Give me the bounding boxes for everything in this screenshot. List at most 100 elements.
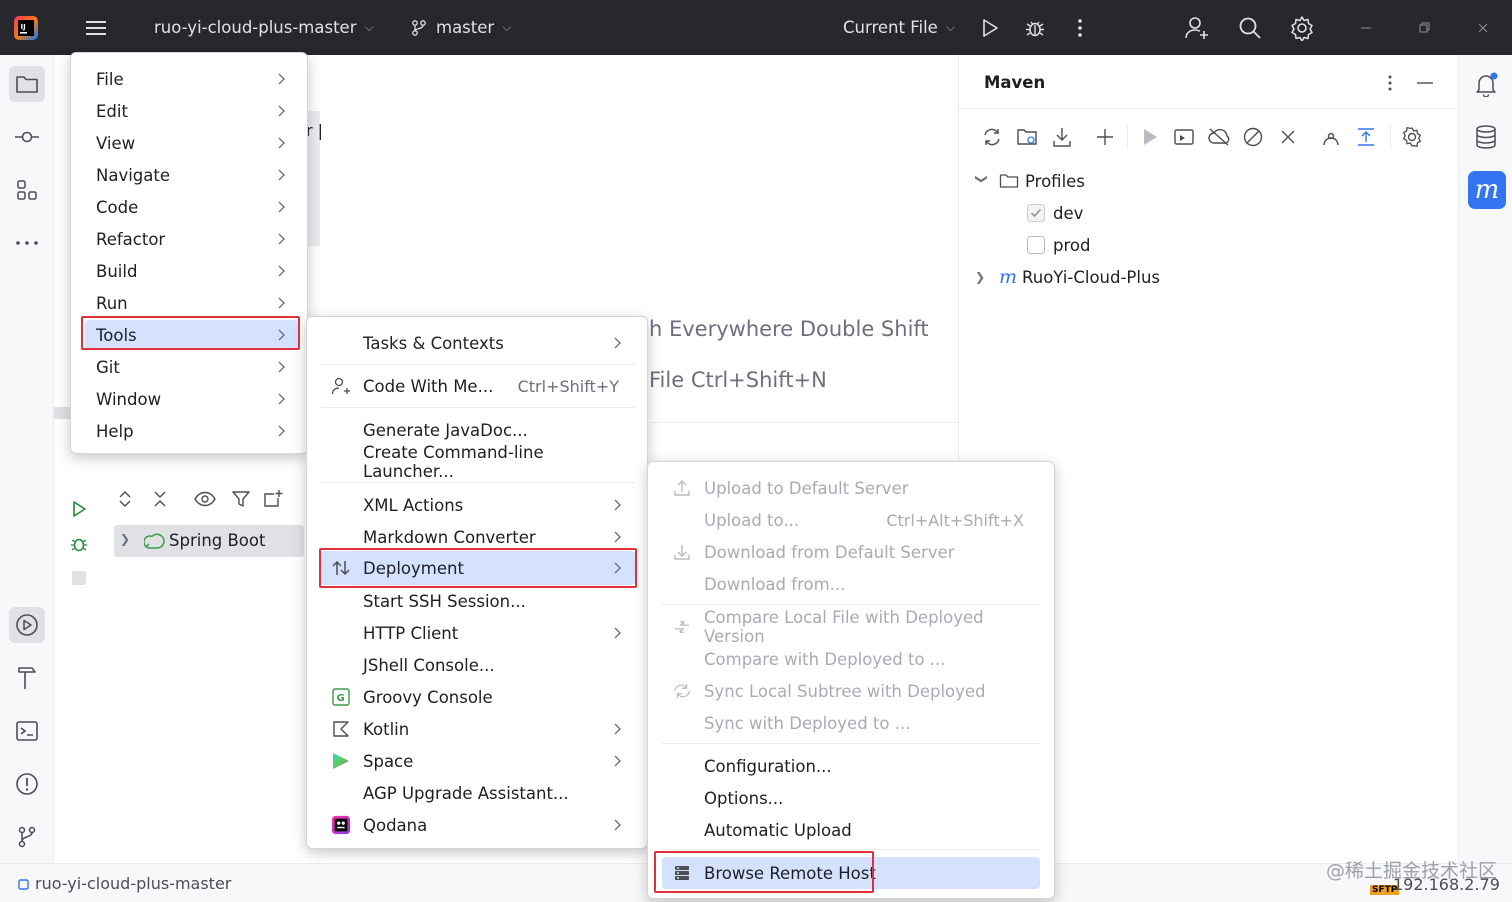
maven-tool-icon[interactable]: m <box>1468 171 1506 209</box>
more-actions-icon[interactable] <box>1066 14 1094 42</box>
problems-icon[interactable] <box>9 766 45 802</box>
collapse-tree-icon[interactable] <box>1354 125 1378 149</box>
tools-menu-item-deployment[interactable]: Deployment <box>321 551 635 585</box>
minimize-window-icon[interactable] <box>1352 14 1380 42</box>
tools-menu-item-xml-actions[interactable]: XML Actions <box>321 490 635 520</box>
tools-menu-item-markdown-converter[interactable]: Markdown Converter <box>321 522 635 552</box>
profile-dev[interactable]: dev <box>1027 201 1083 225</box>
database-icon[interactable] <box>1468 119 1504 155</box>
tools-menu-item-tasks-contexts[interactable]: Tasks & Contexts <box>321 328 635 358</box>
tools-menu-item-space[interactable]: Space <box>321 746 635 776</box>
tools-menu-item-code-with-me[interactable]: Code With Me... Ctrl+Shift+Y <box>321 371 635 401</box>
checkbox-unchecked-icon[interactable] <box>1027 236 1045 254</box>
skip-tests-icon[interactable] <box>1241 125 1265 149</box>
hide-panel-icon[interactable] <box>1413 71 1437 95</box>
main-menu-item-view[interactable]: View <box>85 128 299 158</box>
filter-icon[interactable] <box>230 488 252 510</box>
deployment-menu-item-download-from-default-server[interactable]: Download from Default Server <box>662 537 1040 567</box>
close-window-icon[interactable] <box>1469 14 1497 42</box>
restore-window-icon[interactable] <box>1410 14 1438 42</box>
branch-selector[interactable]: master ⌵ <box>410 0 511 55</box>
tools-menu-item-qodana[interactable]: Qodana <box>321 810 635 840</box>
chevron-down-icon[interactable]: ❯ <box>975 174 989 188</box>
branch-name: master <box>436 18 495 37</box>
expand-all-icon[interactable] <box>114 488 136 510</box>
chevron-right-icon[interactable]: ❯ <box>975 270 989 284</box>
deployment-menu-item-options[interactable]: Options... <box>662 783 1040 813</box>
run-icon[interactable] <box>976 14 1004 42</box>
deployment-menu-item-configuration[interactable]: Configuration... <box>662 751 1040 781</box>
main-menu-item-window[interactable]: Window <box>85 384 299 414</box>
terminal-icon[interactable] <box>9 713 45 749</box>
project-folder-icon[interactable] <box>9 66 45 102</box>
run-maven-build-icon[interactable] <box>1138 125 1162 149</box>
main-menu-item-edit[interactable]: Edit <box>85 96 299 126</box>
deployment-menu-item-sync-local-subtree-with-deployed[interactable]: Sync Local Subtree with Deployed <box>662 676 1040 706</box>
main-menu-item-file[interactable]: File <box>85 64 299 94</box>
execute-goal-icon[interactable] <box>1172 125 1196 149</box>
intellij-logo-icon[interactable]: IJ <box>12 14 40 42</box>
tools-menu-item-http-client[interactable]: HTTP Client <box>321 618 635 648</box>
stop-service-icon[interactable] <box>68 567 90 589</box>
deployment-menu-item-sync-with-deployed-to[interactable]: Sync with Deployed to ... <box>662 708 1040 738</box>
project-selector[interactable]: ruo-yi-cloud-plus-master ⌵ <box>154 0 374 55</box>
notifications-bell-icon[interactable] <box>1468 66 1504 102</box>
main-menu-item-refactor[interactable]: Refactor <box>85 224 299 254</box>
chevron-right-icon[interactable]: ❯ <box>120 532 130 546</box>
tools-menu-item-jshell-console[interactable]: JShell Console... <box>321 650 635 680</box>
main-menu-item-help[interactable]: Help <box>85 416 299 446</box>
build-hammer-icon[interactable] <box>9 660 45 696</box>
deployment-menu-item-compare-local-file-with-deployed-version[interactable]: Compare Local File with Deployed Version <box>662 608 1040 646</box>
analyze-dependencies-icon[interactable] <box>1319 125 1343 149</box>
main-menu-item-build[interactable]: Build <box>85 256 299 286</box>
main-menu-item-code[interactable]: Code <box>85 192 299 222</box>
main-menu-hamburger-icon[interactable] <box>82 14 110 42</box>
reload-icon[interactable] <box>980 125 1004 149</box>
main-menu-item-navigate[interactable]: Navigate <box>85 160 299 190</box>
tools-menu-item-kotlin[interactable]: Kotlin <box>321 714 635 744</box>
tools-menu-item-create-command-line-launcher[interactable]: Create Command-line Launcher... <box>321 443 635 481</box>
services-icon[interactable] <box>9 607 45 643</box>
deployment-menu-item-automatic-upload[interactable]: Automatic Upload <box>662 815 1040 845</box>
eye-icon[interactable] <box>194 488 216 510</box>
ruoyi-project-node[interactable]: ❯ m RuoYi-Cloud-Plus <box>975 265 1160 289</box>
deployment-menu-item-compare-with-deployed-to[interactable]: Compare with Deployed to ... <box>662 644 1040 674</box>
code-with-me-icon[interactable] <box>1183 14 1211 42</box>
more-tool-windows-icon[interactable] <box>9 225 45 261</box>
profile-prod[interactable]: prod <box>1027 233 1090 257</box>
tools-menu-item-groovy-console[interactable]: G Groovy Console <box>321 682 635 712</box>
run-service-icon[interactable] <box>68 498 90 520</box>
status-project-name[interactable]: ruo-yi-cloud-plus-master <box>35 874 231 893</box>
spring-boot-row[interactable]: ❯ Spring Boot <box>114 525 304 557</box>
debug-icon[interactable] <box>1021 14 1049 42</box>
checkbox-checked-icon[interactable] <box>1027 204 1045 222</box>
main-menu-item-tools[interactable]: Tools <box>85 320 299 350</box>
deployment-menu-item-upload-to[interactable]: Upload to... Ctrl+Alt+Shift+X <box>662 505 1040 535</box>
settings-gear-icon[interactable] <box>1288 14 1316 42</box>
main-menu-item-git[interactable]: Git <box>85 352 299 382</box>
git-icon[interactable] <box>9 819 45 855</box>
tools-menu-item-start-ssh-session[interactable]: Start SSH Session... <box>321 586 635 616</box>
maven-settings-icon[interactable] <box>1400 125 1424 149</box>
structure-icon[interactable] <box>9 172 45 208</box>
tools-menu-item-agp-upgrade-assistant[interactable]: AGP Upgrade Assistant... <box>321 778 635 808</box>
search-icon[interactable] <box>1236 14 1264 42</box>
commit-icon[interactable] <box>9 119 45 155</box>
add-icon[interactable] <box>1093 125 1117 149</box>
offline-mode-icon[interactable] <box>1207 125 1231 149</box>
menu-separator <box>321 482 635 483</box>
add-service-icon[interactable] <box>262 488 284 510</box>
deployment-menu-item-upload-to-default-server[interactable]: Upload to Default Server <box>662 473 1040 503</box>
run-config-selector[interactable]: Current File ⌵ <box>843 0 955 55</box>
deployment-menu-item-download-from[interactable]: Download from... <box>662 569 1040 599</box>
main-menu-item-run[interactable]: Run <box>85 288 299 318</box>
maven-options-icon[interactable] <box>1378 71 1402 95</box>
deployment-menu-item-browse-remote-host[interactable]: Browse Remote Host <box>662 857 1040 889</box>
tools-menu-item-generate-javadoc[interactable]: Generate JavaDoc... <box>321 415 635 445</box>
reload-folder-icon[interactable] <box>1015 125 1039 149</box>
download-sources-icon[interactable] <box>1050 125 1074 149</box>
close-icon[interactable] <box>1276 125 1300 149</box>
collapse-all-icon[interactable] <box>149 488 171 510</box>
profiles-node[interactable]: ❯ Profiles <box>975 169 1085 193</box>
debug-service-icon[interactable] <box>68 533 90 555</box>
